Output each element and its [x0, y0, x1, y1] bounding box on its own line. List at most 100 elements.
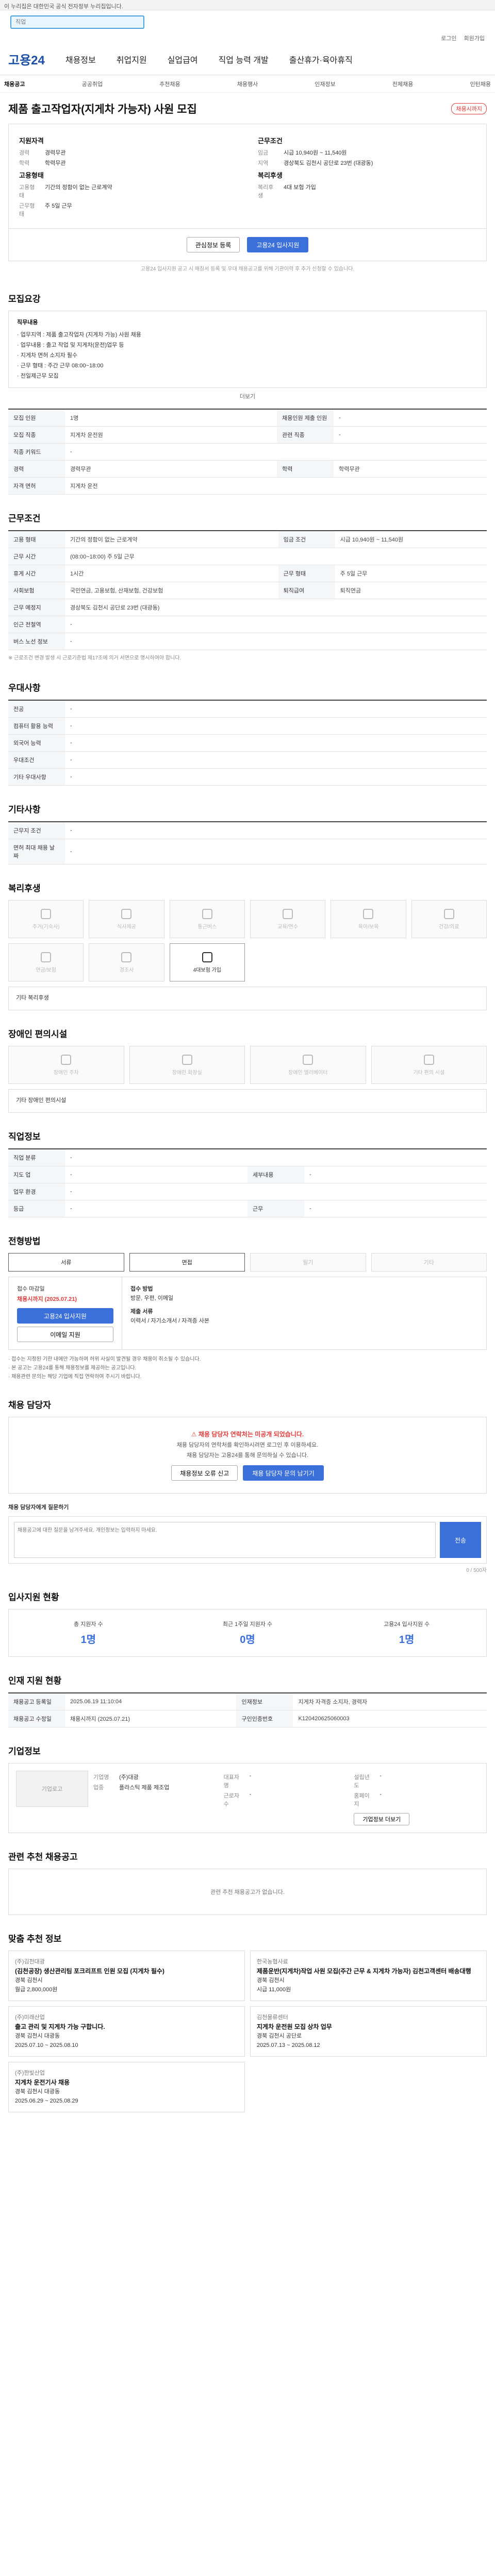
- expand-link[interactable]: 더보기: [8, 388, 487, 404]
- summary-key: 고용형태: [19, 184, 35, 199]
- selection-method: 서류: [8, 1253, 124, 1272]
- summary-key: 복리후생: [258, 184, 274, 199]
- recommend-title[interactable]: 지게차 운전기사 채용: [15, 2078, 238, 2087]
- table-row: 자격 면허 지게차 운전: [8, 477, 487, 495]
- recommend-card[interactable]: 김천물류센터 지게차 운전원 모집 상차 업무 경북 김천시 공단로 2025.07.…: [250, 2006, 487, 2057]
- recommend-company: (주)김천대광: [15, 1959, 45, 1965]
- table-header-cell: 우대조건: [8, 751, 65, 769]
- recommend-card[interactable]: (주)김천대광 (김천공장) 생산관리팀 포크리프트 인원 모집 (지게차 필수)…: [8, 1951, 245, 2001]
- nav-item-parental[interactable]: 출산휴가·육아휴직: [289, 53, 353, 65]
- company-col: 기업명 (주)대광 업종 플라스틱 제품 제조업: [93, 1771, 219, 1825]
- company-key: 대표자명: [223, 1774, 240, 1789]
- login-link[interactable]: 로그인: [441, 34, 456, 43]
- section-title: 장애인 편의시설: [8, 1027, 487, 1040]
- section-title-text: 우대사항: [8, 683, 41, 693]
- search-input[interactable]: [10, 15, 144, 29]
- table-row: 고용 형태 기간의 정함이 없는 근로계약 임금 조건 시급 10,940원 ~ 11…: [8, 530, 487, 548]
- nav-item-support[interactable]: 취업지원: [117, 53, 147, 65]
- summary-qualification: 지원자격 경력 경력무관 학력 학력무관 고용형태 고용형태 기간의 정함이 없는 근…: [19, 132, 237, 220]
- table-cell: -: [65, 1183, 487, 1200]
- recruit-table: 채용공고 등록일 2025.06.19 11:10:04 인재정보 지게차 자격증 소…: [8, 1692, 487, 1727]
- summary-row: 복리후생 4대 보험 가입: [258, 183, 476, 199]
- summary-value: 주 5일 근무: [45, 203, 72, 209]
- content: 제품 출고작업자(지게차 가능자) 사원 모집 채용시까지 지원자격 경력 경력무…: [0, 93, 495, 2133]
- subnav-item[interactable]: 인턴채용: [470, 80, 490, 88]
- section-title: 복리후생: [8, 881, 487, 894]
- table-header-cell: 기타 우대사항: [8, 768, 65, 786]
- job-title: 제품 출고작업자(지게차 가능자) 사원 모집: [8, 104, 197, 115]
- welfare-item: 교육/연수: [250, 900, 326, 938]
- nav-item-unemployment[interactable]: 실업급여: [168, 53, 198, 65]
- section-title-text: 복리후생: [8, 884, 41, 893]
- question-label: 채용 담당자에게 질문하기: [8, 1504, 69, 1511]
- apply-detail-left: 접수 마감일 채용시까지 (2025.07.21) 고용24 입사지원 이메일 …: [9, 1277, 122, 1349]
- summary-key: 경력: [19, 150, 30, 156]
- report-error-button[interactable]: 채용정보 오류 신고: [171, 1465, 238, 1481]
- table-header-cell: 업무 환경: [8, 1183, 65, 1200]
- nav-item-jobs[interactable]: 채용정보: [65, 53, 96, 65]
- company-info: 기업로고 기업명 (주)대광 업종 플라스틱 제품 제조업 대표자명 - 근로자 수 -…: [8, 1763, 487, 1833]
- table-header-cell: 면허 최대 채용 날짜: [8, 839, 65, 865]
- stat-value: 1명: [80, 1634, 96, 1646]
- section-title: 채용 담당자: [8, 1398, 487, 1411]
- welfare-icon: [41, 908, 52, 919]
- company-key: 기업명: [93, 1774, 109, 1781]
- site-logo[interactable]: 고용24: [8, 50, 45, 68]
- disability-icon: [303, 1054, 314, 1065]
- signup-link[interactable]: 회원가입: [464, 34, 485, 43]
- recommend-pay: 2025.06.29 ~ 2025.08.29: [15, 2098, 78, 2104]
- table-cell: 2025.06.19 11:10:04: [65, 1692, 237, 1710]
- table-header-cell: 모집 인원: [8, 409, 65, 427]
- top-search-area: [0, 10, 495, 34]
- subnav-item[interactable]: 채용공고: [4, 80, 25, 88]
- question-textarea[interactable]: [14, 1522, 436, 1558]
- table-row: 근무 예정지 경상북도 김천시 공단로 23번 (대광동): [8, 599, 487, 616]
- recommend-card[interactable]: 한국농협사료 제품운반(지게차)작업 사원 모집(주간 근무 & 지게차 가능자)…: [250, 1951, 487, 2001]
- disability-icon: [423, 1054, 434, 1065]
- subnav-item[interactable]: 인재정보: [315, 80, 335, 88]
- welfare-item: 육아/보육: [331, 900, 406, 938]
- recommend-title[interactable]: 제품운반(지게차)작업 사원 모집(주간 근무 & 지게차 가능자) 김천고객센…: [257, 1967, 480, 1976]
- apply-button[interactable]: 고용24 입사지원: [247, 237, 309, 252]
- table-row: 컴퓨터 활용 능력 -: [8, 717, 487, 735]
- section-title: 직업정보: [8, 1129, 487, 1142]
- summary-heading: 고용형태: [19, 172, 44, 179]
- table-header-cell: 임금 조건: [278, 530, 335, 548]
- recommend-company: (주)한빛산업: [15, 2070, 45, 2076]
- summary-heading: 근무조건: [258, 137, 283, 145]
- recommend-location: 경북 김천시 공단로: [257, 2033, 302, 2039]
- job-description: 직무내용 · 업무지역 : 제품 출고작업자 (지게차 가능) 사원 채용 · …: [8, 311, 487, 388]
- table-cell: 경상북도 김천시 공단로 23번 (대광동): [65, 599, 487, 616]
- question-count: 0 / 500자: [466, 1568, 487, 1573]
- email-apply-button[interactable]: 이메일 지원: [17, 1327, 113, 1342]
- welfare-label: 육아/보육: [358, 924, 379, 930]
- welfare-item: 건강/의료: [411, 900, 487, 938]
- recommend-card[interactable]: (주)미래산업 출고 관리 및 지게차 가능 구합니다. 경북 김천시 대광동 202…: [8, 2006, 245, 2057]
- recommend-card[interactable]: (주)한빛산업 지게차 운전기사 채용 경북 김천시 대광동 2025.06.29 ~…: [8, 2062, 245, 2112]
- apply-detail-button[interactable]: 고용24 입사지원: [17, 1308, 113, 1324]
- scrap-button[interactable]: 관심정보 등록: [186, 237, 240, 252]
- etc-table: 근무지 조건 - 면허 최대 채용 날짜 -: [8, 821, 487, 865]
- subnav-item[interactable]: 전체채용: [392, 80, 413, 88]
- question-submit-button[interactable]: 전송: [440, 1522, 481, 1558]
- recommend-title[interactable]: 지게차 운전원 모집 상차 업무: [257, 2022, 480, 2031]
- recommend-title[interactable]: 출고 관리 및 지게차 가능 구합니다.: [15, 2022, 238, 2031]
- section-title-text: 관련 추천 채용공고: [8, 1852, 78, 1862]
- company-value: (주)대광: [119, 1774, 139, 1781]
- disability-icon: [182, 1054, 192, 1065]
- company-more-button[interactable]: 기업정보 더보기: [354, 1813, 410, 1825]
- section-title-text: 모집요강: [8, 294, 41, 304]
- subnav-item[interactable]: 채용행사: [237, 80, 258, 88]
- subnav-item[interactable]: 공공취업: [82, 80, 103, 88]
- deadline-label: 접수 마감일: [17, 1286, 45, 1292]
- table-header-cell: 직종 키워드: [8, 443, 65, 461]
- company-key: 근로자 수: [223, 1793, 240, 1807]
- contact-desc: 채용 담당자의 연락처를 확인하시려면 로그인 후 이용하세요.: [176, 1442, 319, 1448]
- ask-recruiter-button[interactable]: 채용 담당자 문의 남기기: [243, 1465, 324, 1481]
- subnav-item[interactable]: 추천채용: [159, 80, 180, 88]
- recommend-title[interactable]: (김천공장) 생산관리팀 포크리프트 인원 모집 (지게차 필수): [15, 1967, 238, 1976]
- summary-row: 근무형태 주 5일 근무: [19, 201, 237, 218]
- company-value: -: [380, 1791, 382, 1798]
- nav-item-training[interactable]: 직업 능력 개발: [219, 53, 269, 65]
- company-col: 대표자명 - 근로자 수 -: [224, 1771, 349, 1825]
